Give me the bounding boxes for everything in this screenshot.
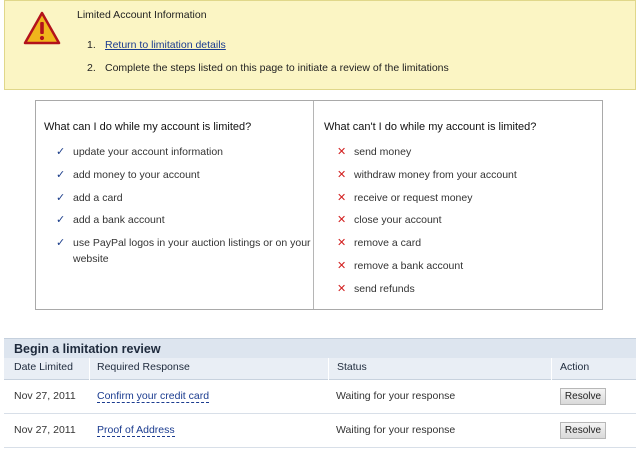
review-table-header: Date Limited Required Response Status Ac… [4,358,636,380]
restricted-item: ✕ remove a bank account [337,258,597,274]
resolve-button[interactable]: Resolve [560,388,606,405]
column-header-date: Date Limited [14,361,73,373]
table-row: Nov 27, 2011 Proof of Address Waiting fo… [4,414,636,448]
notice-step-1: 1. Return to limitation details [87,39,226,51]
required-response-cell: Proof of Address [97,424,175,437]
account-limits-panel: What can I do while my account is limite… [35,100,603,310]
cross-icon: ✕ [337,214,347,226]
restricted-item-text: remove a card [354,237,422,249]
notice-title: Limited Account Information [77,9,207,21]
confirm-credit-card-link[interactable]: Confirm your credit card [97,390,210,403]
cross-icon: ✕ [337,237,347,249]
allowed-item-text: use PayPal logos in your auction listing… [73,237,311,265]
restricted-item: ✕ withdraw money from your account [337,167,597,183]
allowed-item: ✓ use PayPal logos in your auction listin… [56,235,311,267]
allowed-item-text: add money to your account [73,169,200,181]
allowed-item: ✓ add money to your account [56,167,311,183]
cross-icon: ✕ [337,283,347,295]
step-text: Complete the steps listed on this page t… [105,62,449,74]
cross-icon: ✕ [337,146,347,158]
checkmark-icon: ✓ [56,237,66,249]
resolve-button[interactable]: Resolve [560,422,606,439]
column-header-status: Status [337,361,367,373]
status-cell: Waiting for your response [336,424,456,436]
allowed-item: ✓ add a bank account [56,212,311,228]
restricted-item: ✕ remove a card [337,235,597,251]
restricted-item-text: send refunds [354,283,415,295]
column-separator [551,358,552,380]
step-number: 2. [87,62,96,74]
cross-icon: ✕ [337,192,347,204]
step-number: 1. [87,39,96,51]
column-separator [89,358,90,380]
date-limited-cell: Nov 27, 2011 [14,390,76,402]
limitation-review-title: Begin a limitation review [14,342,161,356]
allowed-actions-heading: What can I do while my account is limite… [44,121,252,133]
checkmark-icon: ✓ [56,169,66,181]
column-separator [328,358,329,380]
restricted-item-text: send money [354,146,412,158]
limited-account-notice: Limited Account Information 1. Return to … [4,0,636,90]
allowed-item-text: update your account information [73,146,224,158]
column-divider [313,101,314,309]
allowed-item-text: add a card [73,192,123,204]
restricted-item-text: withdraw money from your account [354,169,517,181]
restricted-item-text: remove a bank account [354,260,464,272]
table-row: Nov 27, 2011 Confirm your credit card Wa… [4,380,636,414]
notice-step-2: 2. Complete the steps listed on this page… [87,62,449,74]
cross-icon: ✕ [337,169,347,181]
restricted-actions-heading: What can't I do while my account is limi… [324,121,537,133]
checkmark-icon: ✓ [56,146,66,158]
restricted-item: ✕ send money [337,144,597,160]
allowed-item: ✓ update your account information [56,144,311,160]
column-header-action: Action [560,361,590,373]
checkmark-icon: ✓ [56,214,66,226]
column-header-response: Required Response [97,361,190,373]
proof-of-address-link[interactable]: Proof of Address [97,424,175,437]
restricted-item-text: receive or request money [354,192,473,204]
allowed-item: ✓ add a card [56,190,311,206]
restricted-item: ✕ receive or request money [337,190,597,206]
date-limited-cell: Nov 27, 2011 [14,424,76,436]
restricted-item: ✕ close your account [337,212,597,228]
return-to-limitation-details-link[interactable]: Return to limitation details [105,39,226,51]
restricted-item: ✕ send refunds [337,281,597,297]
cross-icon: ✕ [337,260,347,272]
checkmark-icon: ✓ [56,192,66,204]
allowed-item-text: add a bank account [73,214,165,226]
required-response-cell: Confirm your credit card [97,390,210,403]
status-cell: Waiting for your response [336,390,456,402]
restricted-item-text: close your account [354,214,442,226]
limitation-review-header: Begin a limitation review [4,338,636,358]
warning-triangle-icon [23,11,61,45]
